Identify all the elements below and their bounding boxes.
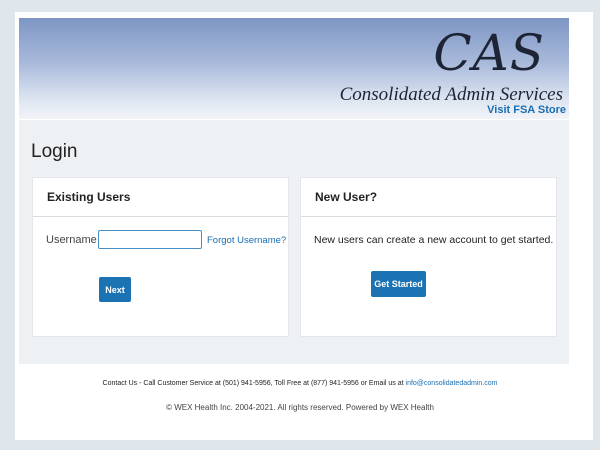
header-banner: CAS Consolidated Admin Services Visit FS… (19, 18, 569, 119)
new-user-card: New User? New users can create a new acc… (300, 177, 557, 337)
contact-text: Contact Us - Call Customer Service at (5… (102, 380, 406, 387)
forgot-username-link[interactable]: Forgot Username? (207, 235, 286, 246)
page-title: Login (31, 141, 78, 162)
username-input[interactable] (98, 230, 202, 249)
new-user-title: New User? (301, 178, 556, 217)
existing-users-title: Existing Users (33, 178, 288, 217)
get-started-button[interactable]: Get Started (371, 271, 426, 297)
visit-fsa-store-link[interactable]: Visit FSA Store (487, 104, 566, 116)
contact-email-link[interactable]: info@consolidatedadmin.com (406, 380, 498, 387)
logo: CAS (433, 24, 545, 82)
footer-contact: Contact Us - Call Customer Service at (5… (0, 380, 600, 387)
next-button[interactable]: Next (99, 277, 131, 302)
existing-users-card: Existing Users Username Forgot Username?… (32, 177, 289, 337)
footer-copyright: © WEX Health Inc. 2004-2021. All rights … (166, 403, 434, 412)
logo-subtitle: Consolidated Admin Services (339, 84, 563, 105)
new-user-description: New users can create a new account to ge… (314, 234, 554, 246)
username-label: Username (46, 234, 97, 246)
